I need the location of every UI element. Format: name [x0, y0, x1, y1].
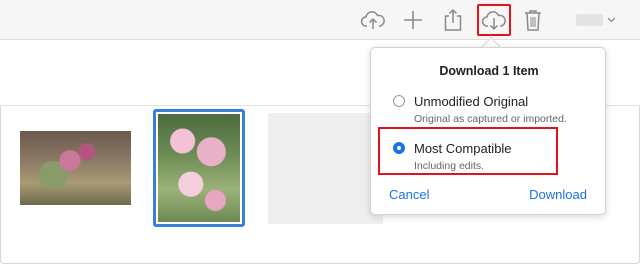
add-icon: [404, 11, 422, 29]
share-button[interactable]: [438, 5, 468, 35]
share-icon: [444, 8, 462, 31]
cloud-download-icon: [481, 11, 506, 31]
highlight-box: [378, 127, 558, 175]
delete-button[interactable]: [518, 5, 548, 35]
toolbar: [0, 0, 640, 40]
popover-title: Download 1 Item: [439, 64, 539, 78]
add-button[interactable]: [398, 5, 428, 35]
photo-placeholder[interactable]: [268, 113, 383, 224]
photo-thumbnail[interactable]: [20, 131, 131, 205]
account-name-redacted: [576, 14, 604, 26]
trash-icon: [525, 10, 541, 31]
account-menu[interactable]: [576, 13, 616, 27]
photo-image: [158, 114, 240, 222]
selected-photo-thumbnail[interactable]: [153, 109, 245, 227]
option-label: Unmodified Original: [414, 94, 529, 109]
download-button[interactable]: [477, 4, 511, 36]
cancel-button[interactable]: Cancel: [389, 187, 429, 202]
cloud-upload-icon: [360, 11, 385, 29]
radio-button[interactable]: [393, 95, 405, 107]
upload-button[interactable]: [358, 5, 388, 35]
chevron-down-icon: [607, 17, 616, 23]
option-description: Original as captured or imported.: [414, 113, 567, 125]
download-confirm-button[interactable]: Download: [529, 187, 587, 202]
